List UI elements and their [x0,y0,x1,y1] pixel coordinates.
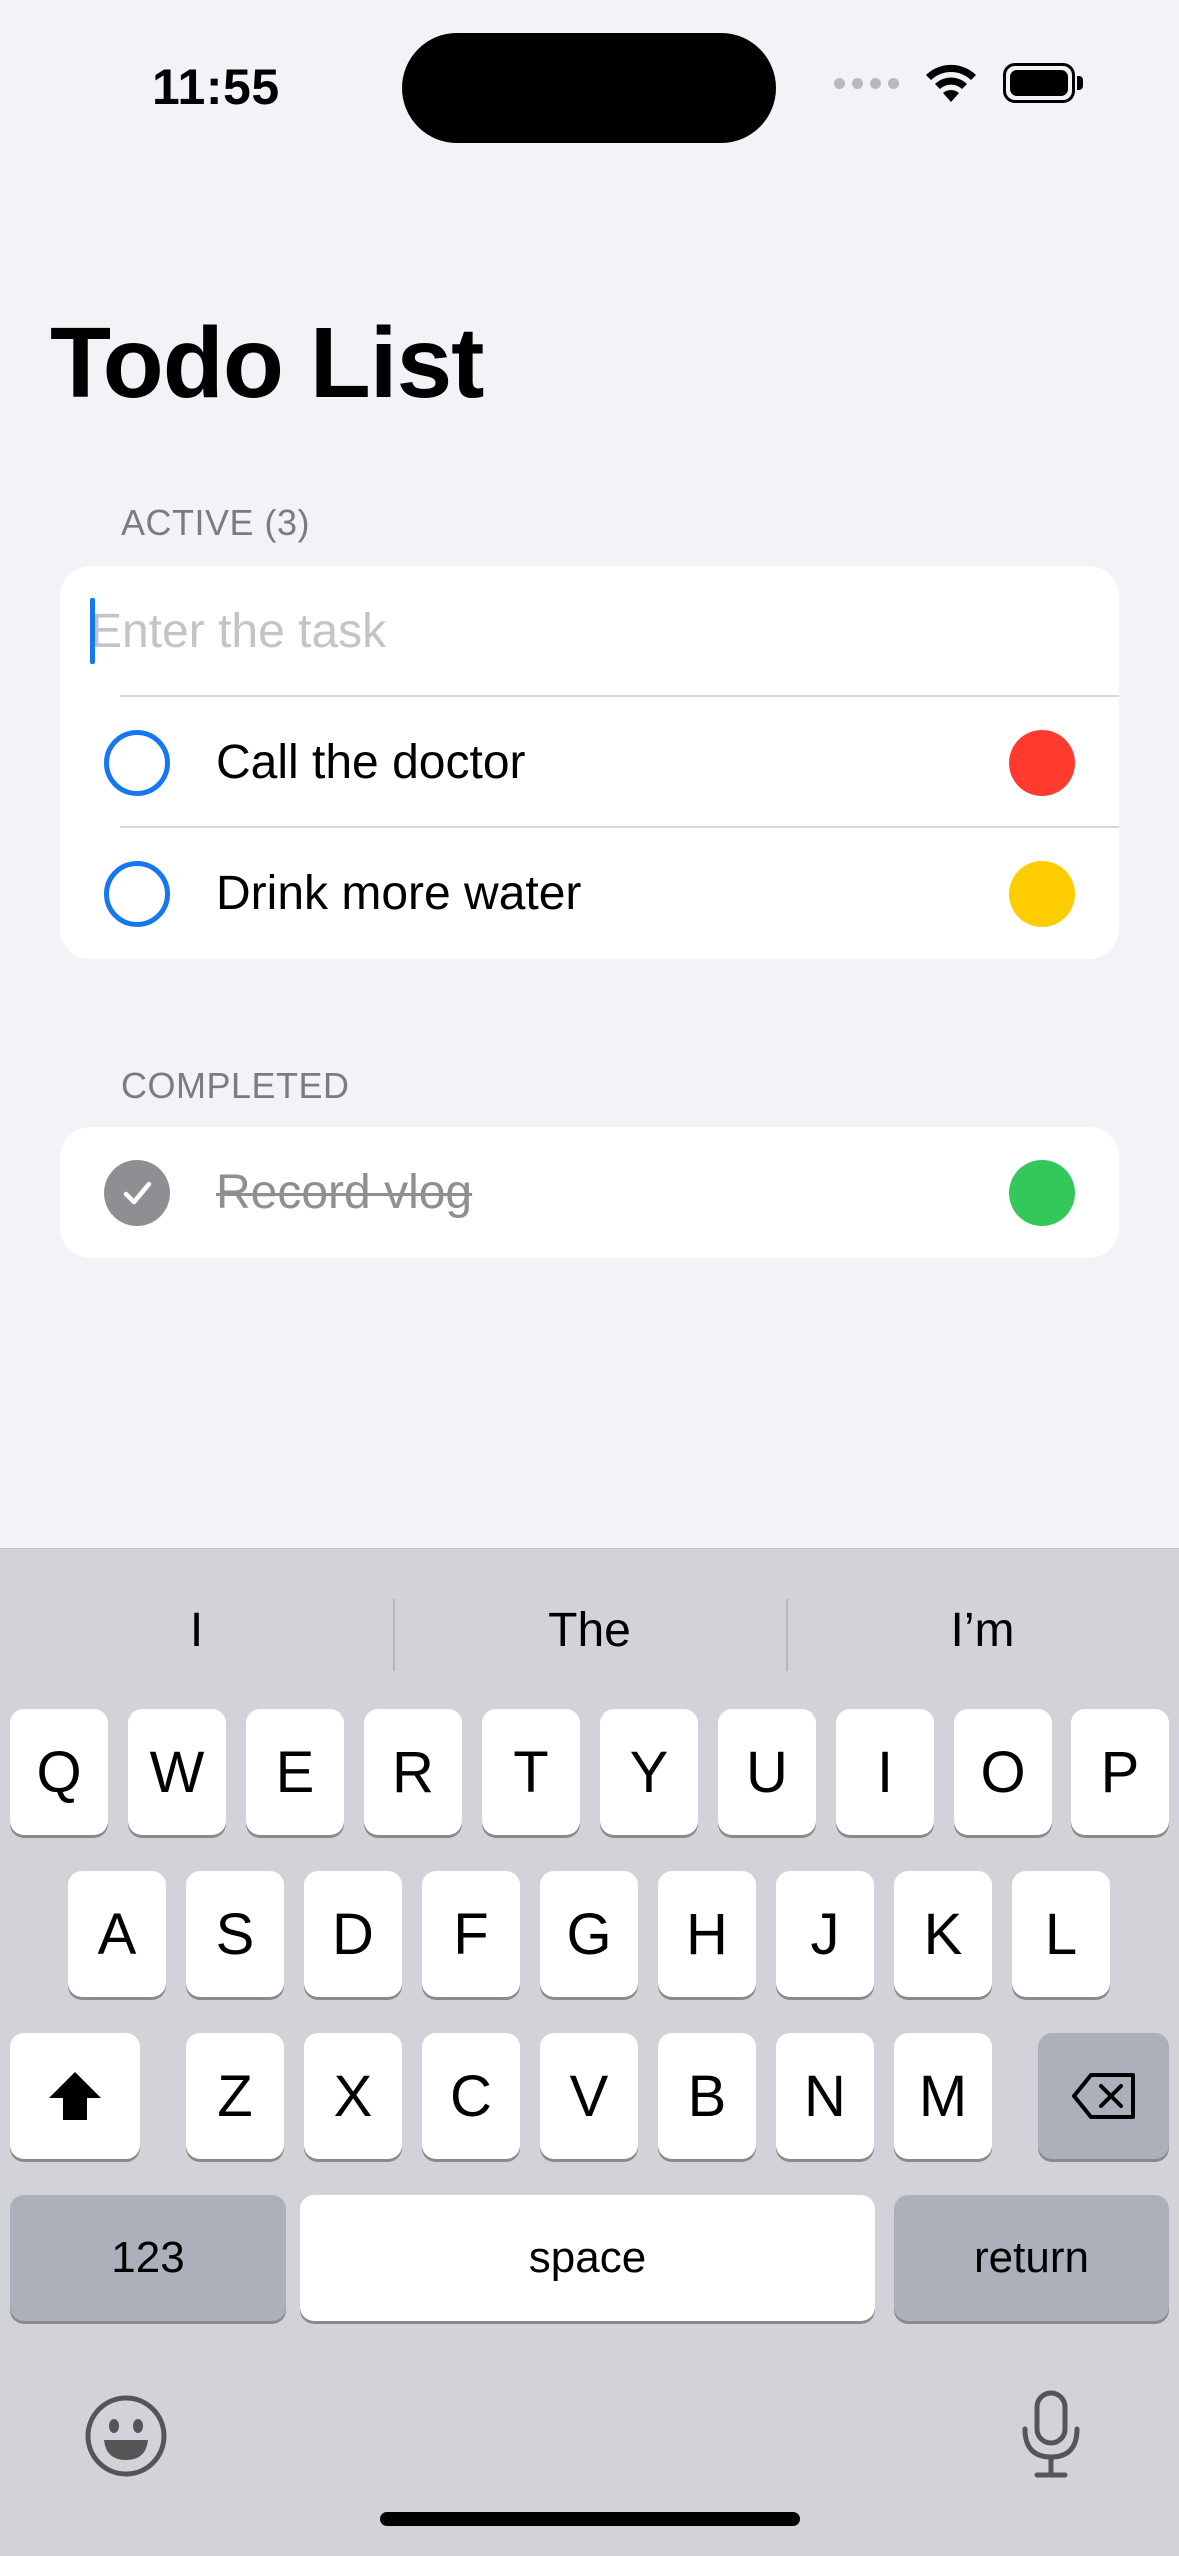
keyboard: I The I’m Q W E R T Y U I O P A S D F G … [0,1548,1179,2556]
task-row[interactable]: Record vlog [60,1127,1119,1258]
active-section-header: ACTIVE (3) [121,502,311,543]
incomplete-checkbox-icon[interactable] [104,729,170,796]
key-q[interactable]: Q [10,1709,108,1835]
cellular-signal-icon [834,77,899,89]
completed-tasks-card: Record vlog [60,1127,1119,1258]
priority-red-dot-icon [1009,729,1075,796]
key-u[interactable]: U [718,1709,816,1835]
numbers-key[interactable]: 123 [10,2195,286,2321]
key-x[interactable]: X [304,2033,402,2159]
wifi-icon [926,64,976,102]
priority-green-dot-icon [1009,1159,1075,1226]
delete-key[interactable] [1038,2033,1169,2159]
task-title: Record vlog [216,1166,473,1219]
backspace-icon [1071,2073,1135,2119]
key-a[interactable]: A [68,1871,166,1997]
key-z[interactable]: Z [186,2033,284,2159]
dynamic-island [402,33,776,143]
key-f[interactable]: F [422,1871,520,1997]
status-time: 11:55 [152,59,280,115]
key-k[interactable]: K [894,1871,992,1997]
key-o[interactable]: O [954,1709,1052,1835]
status-icons [834,62,1083,104]
new-task-input[interactable] [90,604,1070,659]
key-n[interactable]: N [776,2033,874,2159]
key-y[interactable]: Y [600,1709,698,1835]
emoji-icon[interactable] [84,2394,168,2478]
battery-icon [1003,63,1083,103]
suggestion-item[interactable]: I [0,1585,393,1675]
suggestion-item[interactable]: I’m [786,1585,1179,1675]
page-title: Todo List [50,307,484,419]
task-row[interactable]: Call the doctor [60,697,1119,828]
key-d[interactable]: D [304,1871,402,1997]
return-key[interactable]: return [894,2195,1169,2321]
key-p[interactable]: P [1071,1709,1169,1835]
key-l[interactable]: L [1012,1871,1110,1997]
task-title: Drink more water [216,867,582,920]
new-task-row [60,566,1119,697]
key-b[interactable]: B [658,2033,756,2159]
completed-checkmark-icon[interactable] [104,1159,170,1226]
shift-key[interactable] [10,2033,140,2159]
space-key[interactable]: space [300,2195,875,2321]
completed-section-header: COMPLETED [121,1065,350,1106]
task-row[interactable]: Drink more water [60,828,1119,959]
key-v[interactable]: V [540,2033,638,2159]
key-s[interactable]: S [186,1871,284,1997]
incomplete-checkbox-icon[interactable] [104,860,170,927]
home-indicator[interactable] [380,2512,800,2526]
key-g[interactable]: G [540,1871,638,1997]
key-r[interactable]: R [364,1709,462,1835]
key-t[interactable]: T [482,1709,580,1835]
active-tasks-card: Call the doctor Drink more water [60,566,1119,959]
shift-arrow-icon [49,2072,101,2120]
key-j[interactable]: J [776,1871,874,1997]
microphone-icon[interactable] [1015,2389,1087,2481]
suggestion-bar: I The I’m [0,1585,1179,1675]
key-c[interactable]: C [422,2033,520,2159]
suggestion-item[interactable]: The [393,1585,786,1675]
text-cursor [90,598,95,664]
key-m[interactable]: M [894,2033,992,2159]
key-w[interactable]: W [128,1709,226,1835]
key-e[interactable]: E [246,1709,344,1835]
task-title: Call the doctor [216,736,526,789]
key-h[interactable]: H [658,1871,756,1997]
key-i[interactable]: I [836,1709,934,1835]
priority-yellow-dot-icon [1009,860,1075,927]
